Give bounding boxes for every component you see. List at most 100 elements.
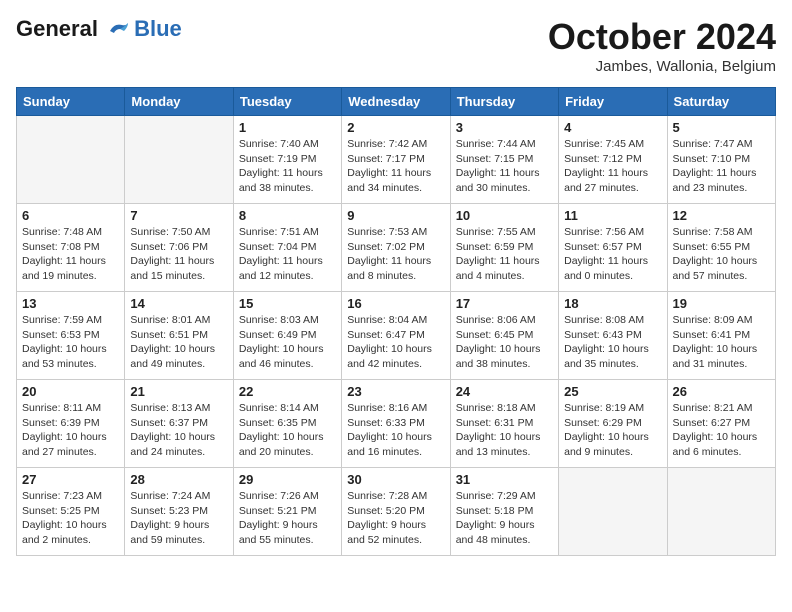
- location: Jambes, Wallonia, Belgium: [548, 58, 776, 75]
- day-number: 11: [564, 208, 661, 223]
- calendar-cell: 14 Sunrise: 8:01 AMSunset: 6:51 PMDayligh…: [125, 292, 233, 380]
- day-number: 4: [564, 120, 661, 135]
- day-number: 19: [673, 296, 770, 311]
- day-number: 5: [673, 120, 770, 135]
- day-number: 7: [130, 208, 227, 223]
- calendar-cell: 29Sunrise: 7:26 AMSunset: 5:21 PMDayligh…: [233, 468, 341, 556]
- calendar-cell: 17 Sunrise: 8:06 AMSunset: 6:45 PMDayligh…: [450, 292, 558, 380]
- calendar-cell: 24 Sunrise: 8:18 AMSunset: 6:31 PMDayligh…: [450, 380, 558, 468]
- calendar-cell: 19 Sunrise: 8:09 AMSunset: 6:41 PMDayligh…: [667, 292, 775, 380]
- calendar-cell: [559, 468, 667, 556]
- calendar-row: 13 Sunrise: 7:59 AMSunset: 6:53 PMDayligh…: [17, 292, 776, 380]
- day-info: Sunrise: 8:04 AMSunset: 6:47 PMDaylight:…: [347, 313, 444, 372]
- day-number: 14: [130, 296, 227, 311]
- month-title: October 2024: [548, 16, 776, 58]
- calendar-cell: 5 Sunrise: 7:47 AMSunset: 7:10 PMDaylight…: [667, 116, 775, 204]
- day-number: 31: [456, 472, 553, 487]
- calendar-table: SundayMondayTuesdayWednesdayThursdayFrid…: [16, 87, 776, 556]
- day-info: Sunrise: 8:19 AMSunset: 6:29 PMDaylight:…: [564, 401, 661, 460]
- day-info: Sunrise: 7:24 AMSunset: 5:23 PMDaylight:…: [130, 489, 227, 548]
- day-number: 21: [130, 384, 227, 399]
- logo: General Blue: [16, 16, 182, 42]
- day-number: 24: [456, 384, 553, 399]
- calendar-cell: 27Sunrise: 7:23 AMSunset: 5:25 PMDayligh…: [17, 468, 125, 556]
- weekday-header-row: SundayMondayTuesdayWednesdayThursdayFrid…: [17, 88, 776, 116]
- day-info: Sunrise: 8:09 AMSunset: 6:41 PMDaylight:…: [673, 313, 770, 372]
- calendar-cell: 31 Sunrise: 7:29 AMSunset: 5:18 PMDayligh…: [450, 468, 558, 556]
- calendar-cell: 22 Sunrise: 8:14 AMSunset: 6:35 PMDayligh…: [233, 380, 341, 468]
- calendar-cell: 8Sunrise: 7:51 AMSunset: 7:04 PMDaylight…: [233, 204, 341, 292]
- calendar-row: 1 Sunrise: 7:40 AMSunset: 7:19 PMDaylight…: [17, 116, 776, 204]
- day-info: Sunrise: 7:42 AMSunset: 7:17 PMDaylight:…: [347, 137, 444, 196]
- day-info: Sunrise: 7:59 AMSunset: 6:53 PMDaylight:…: [22, 313, 119, 372]
- day-info: Sunrise: 7:47 AMSunset: 7:10 PMDaylight:…: [673, 137, 770, 196]
- calendar-cell: 10 Sunrise: 7:55 AMSunset: 6:59 PMDayligh…: [450, 204, 558, 292]
- day-info: Sunrise: 7:56 AMSunset: 6:57 PMDaylight:…: [564, 225, 661, 284]
- day-info: Sunrise: 7:44 AMSunset: 7:15 PMDaylight:…: [456, 137, 553, 196]
- day-info: Sunrise: 8:01 AMSunset: 6:51 PMDaylight:…: [130, 313, 227, 372]
- day-info: Sunrise: 8:08 AMSunset: 6:43 PMDaylight:…: [564, 313, 661, 372]
- calendar-row: 20Sunrise: 8:11 AMSunset: 6:39 PMDayligh…: [17, 380, 776, 468]
- page-header: General Blue October 2024 Jambes, Wallon…: [16, 16, 776, 75]
- weekday-header: Thursday: [450, 88, 558, 116]
- day-number: 13: [22, 296, 119, 311]
- day-number: 15: [239, 296, 336, 311]
- calendar-row: 27Sunrise: 7:23 AMSunset: 5:25 PMDayligh…: [17, 468, 776, 556]
- calendar-cell: 9Sunrise: 7:53 AMSunset: 7:02 PMDaylight…: [342, 204, 450, 292]
- day-number: 2: [347, 120, 444, 135]
- calendar-cell: 7Sunrise: 7:50 AMSunset: 7:06 PMDaylight…: [125, 204, 233, 292]
- day-number: 22: [239, 384, 336, 399]
- calendar-cell: 18 Sunrise: 8:08 AMSunset: 6:43 PMDayligh…: [559, 292, 667, 380]
- calendar-cell: [125, 116, 233, 204]
- calendar-cell: 16 Sunrise: 8:04 AMSunset: 6:47 PMDayligh…: [342, 292, 450, 380]
- day-number: 25: [564, 384, 661, 399]
- title-area: October 2024 Jambes, Wallonia, Belgium: [548, 16, 776, 75]
- day-number: 3: [456, 120, 553, 135]
- day-info: Sunrise: 7:58 AMSunset: 6:55 PMDaylight:…: [673, 225, 770, 284]
- calendar-cell: 1 Sunrise: 7:40 AMSunset: 7:19 PMDaylight…: [233, 116, 341, 204]
- logo-bird-icon: [106, 19, 132, 41]
- calendar-cell: 23Sunrise: 8:16 AMSunset: 6:33 PMDayligh…: [342, 380, 450, 468]
- calendar-cell: 2 Sunrise: 7:42 AMSunset: 7:17 PMDaylight…: [342, 116, 450, 204]
- day-number: 6: [22, 208, 119, 223]
- calendar-cell: 25 Sunrise: 8:19 AMSunset: 6:29 PMDayligh…: [559, 380, 667, 468]
- day-number: 1: [239, 120, 336, 135]
- day-info: Sunrise: 8:21 AMSunset: 6:27 PMDaylight:…: [673, 401, 770, 460]
- logo-general: General: [16, 16, 98, 41]
- day-info: Sunrise: 7:23 AMSunset: 5:25 PMDaylight:…: [22, 489, 119, 548]
- weekday-header: Saturday: [667, 88, 775, 116]
- calendar-cell: 4Sunrise: 7:45 AMSunset: 7:12 PMDaylight…: [559, 116, 667, 204]
- logo-blue: Blue: [134, 16, 182, 42]
- day-info: Sunrise: 8:14 AMSunset: 6:35 PMDaylight:…: [239, 401, 336, 460]
- calendar-cell: 20Sunrise: 8:11 AMSunset: 6:39 PMDayligh…: [17, 380, 125, 468]
- day-number: 28: [130, 472, 227, 487]
- calendar-cell: [667, 468, 775, 556]
- calendar-row: 6Sunrise: 7:48 AMSunset: 7:08 PMDaylight…: [17, 204, 776, 292]
- day-number: 29: [239, 472, 336, 487]
- weekday-header: Tuesday: [233, 88, 341, 116]
- day-number: 26: [673, 384, 770, 399]
- calendar-cell: 11 Sunrise: 7:56 AMSunset: 6:57 PMDayligh…: [559, 204, 667, 292]
- day-info: Sunrise: 7:40 AMSunset: 7:19 PMDaylight:…: [239, 137, 336, 196]
- calendar-cell: 13 Sunrise: 7:59 AMSunset: 6:53 PMDayligh…: [17, 292, 125, 380]
- day-number: 16: [347, 296, 444, 311]
- day-info: Sunrise: 8:13 AMSunset: 6:37 PMDaylight:…: [130, 401, 227, 460]
- calendar-cell: 28 Sunrise: 7:24 AMSunset: 5:23 PMDayligh…: [125, 468, 233, 556]
- day-number: 30: [347, 472, 444, 487]
- day-number: 18: [564, 296, 661, 311]
- calendar-cell: 15Sunrise: 8:03 AMSunset: 6:49 PMDayligh…: [233, 292, 341, 380]
- calendar-cell: 6Sunrise: 7:48 AMSunset: 7:08 PMDaylight…: [17, 204, 125, 292]
- day-number: 9: [347, 208, 444, 223]
- weekday-header: Monday: [125, 88, 233, 116]
- day-info: Sunrise: 8:16 AMSunset: 6:33 PMDaylight:…: [347, 401, 444, 460]
- day-info: Sunrise: 7:55 AMSunset: 6:59 PMDaylight:…: [456, 225, 553, 284]
- day-info: Sunrise: 7:28 AMSunset: 5:20 PMDaylight:…: [347, 489, 444, 548]
- day-info: Sunrise: 8:18 AMSunset: 6:31 PMDaylight:…: [456, 401, 553, 460]
- day-info: Sunrise: 8:06 AMSunset: 6:45 PMDaylight:…: [456, 313, 553, 372]
- calendar-cell: [17, 116, 125, 204]
- day-number: 10: [456, 208, 553, 223]
- day-number: 12: [673, 208, 770, 223]
- day-number: 17: [456, 296, 553, 311]
- day-info: Sunrise: 7:29 AMSunset: 5:18 PMDaylight:…: [456, 489, 553, 548]
- weekday-header: Wednesday: [342, 88, 450, 116]
